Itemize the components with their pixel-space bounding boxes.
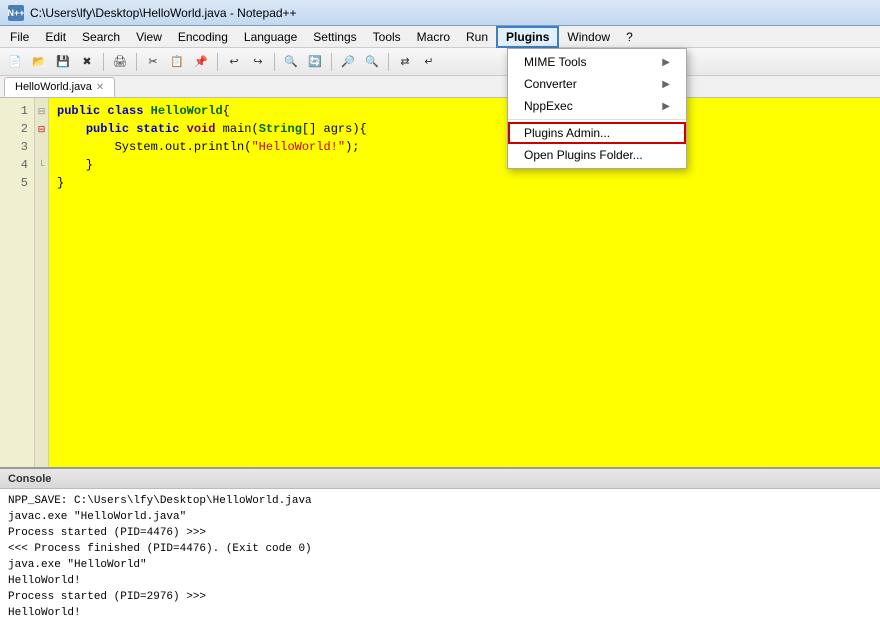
menu-settings[interactable]: Settings <box>305 28 364 46</box>
sync-button[interactable]: ⇄ <box>394 51 416 73</box>
menu-view[interactable]: View <box>128 28 170 46</box>
console-header: Console <box>0 469 880 489</box>
code-line-4: } <box>57 156 872 174</box>
code-line-2: public static void main(String[] agrs){ <box>57 120 872 138</box>
editor-container: 1 2 3 4 5 ⊟ ⊟ └ public class HelloWorld{… <box>0 98 880 467</box>
code-editor[interactable]: public class HelloWorld{ public static v… <box>49 98 880 467</box>
console-line-5: java.exe "HelloWorld" <box>8 557 872 573</box>
menu-window[interactable]: Window <box>559 28 618 46</box>
menu-file[interactable]: File <box>2 28 37 46</box>
app-icon: N++ <box>8 5 24 21</box>
tab-helloworld[interactable]: HelloWorld.java ✕ <box>4 77 115 97</box>
console-line-8: HelloWorld! <box>8 605 872 617</box>
new-button[interactable]: 📄 <box>4 51 26 73</box>
console-line-4: <<< Process finished (PID=4476). (Exit c… <box>8 541 872 557</box>
title-bar: N++ C:\Users\lfy\Desktop\HelloWorld.java… <box>0 0 880 26</box>
sep4 <box>274 53 275 71</box>
code-line-1: public class HelloWorld{ <box>57 102 872 120</box>
console-line-6: HelloWorld! <box>8 573 872 589</box>
console-line-2: javac.exe "HelloWorld.java" <box>8 509 872 525</box>
line-num-1: 1 <box>6 102 28 120</box>
zoom-out-button[interactable]: 🔍 <box>361 51 383 73</box>
save-button[interactable]: 💾 <box>52 51 74 73</box>
line-num-4: 4 <box>6 156 28 174</box>
line-num-3: 3 <box>6 138 28 156</box>
fold-column: ⊟ ⊟ └ <box>35 98 49 467</box>
line-num-2: 2 <box>6 120 28 138</box>
mime-tools-arrow: ▶ <box>662 57 670 68</box>
zoom-in-button[interactable]: 🔎 <box>337 51 359 73</box>
console-container: Console NPP_SAVE: C:\Users\lfy\Desktop\H… <box>0 467 880 617</box>
menu-encoding[interactable]: Encoding <box>170 28 236 46</box>
copy-button[interactable]: 📋 <box>166 51 188 73</box>
menu-search[interactable]: Search <box>74 28 128 46</box>
menu-sep <box>508 119 686 120</box>
sep1 <box>103 53 104 71</box>
console-content[interactable]: NPP_SAVE: C:\Users\lfy\Desktop\HelloWorl… <box>0 489 880 617</box>
sep3 <box>217 53 218 71</box>
find-button[interactable]: 🔍 <box>280 51 302 73</box>
nppexec-arrow: ▶ <box>662 101 670 112</box>
cut-button[interactable]: ✂ <box>142 51 164 73</box>
redo-button[interactable]: ↪ <box>247 51 269 73</box>
plugins-nppexec[interactable]: NppExec ▶ <box>508 95 686 117</box>
sep5 <box>331 53 332 71</box>
wrap-button[interactable]: ↵ <box>418 51 440 73</box>
menu-help[interactable]: ? <box>618 28 641 46</box>
toolbar: 📄 📂 💾 ✖ 🖨 ✂ 📋 📌 ↩ ↪ 🔍 🔄 🔎 🔍 ⇄ ↵ <box>0 48 880 76</box>
plugins-mime-tools[interactable]: MIME Tools ▶ <box>508 51 686 73</box>
open-button[interactable]: 📂 <box>28 51 50 73</box>
paste-button[interactable]: 📌 <box>190 51 212 73</box>
undo-button[interactable]: ↩ <box>223 51 245 73</box>
plugins-open-folder[interactable]: Open Plugins Folder... <box>508 144 686 166</box>
tabs-bar: HelloWorld.java ✕ <box>0 76 880 98</box>
menu-plugins[interactable]: Plugins <box>496 26 559 48</box>
line-numbers: 1 2 3 4 5 <box>0 98 35 467</box>
sep2 <box>136 53 137 71</box>
plugins-admin[interactable]: Plugins Admin... <box>508 122 686 144</box>
console-line-7: Process started (PID=2976) >>> <box>8 589 872 605</box>
console-line-1: NPP_SAVE: C:\Users\lfy\Desktop\HelloWorl… <box>8 493 872 509</box>
menu-tools[interactable]: Tools <box>365 28 409 46</box>
tab-close-button[interactable]: ✕ <box>96 82 104 93</box>
tab-filename: HelloWorld.java <box>15 81 92 93</box>
main-area: 1 2 3 4 5 ⊟ ⊟ └ public class HelloWorld{… <box>0 98 880 617</box>
menu-bar: File Edit Search View Encoding Language … <box>0 26 880 48</box>
console-line-3: Process started (PID=4476) >>> <box>8 525 872 541</box>
print-button[interactable]: 🖨 <box>109 51 131 73</box>
title-text: C:\Users\lfy\Desktop\HelloWorld.java - N… <box>30 6 297 20</box>
plugins-converter[interactable]: Converter ▶ <box>508 73 686 95</box>
converter-arrow: ▶ <box>662 79 670 90</box>
menu-edit[interactable]: Edit <box>37 28 74 46</box>
code-line-3: System.out.println("HelloWorld!"); <box>57 138 872 156</box>
menu-macro[interactable]: Macro <box>409 28 458 46</box>
code-line-5: } <box>57 174 872 192</box>
plugins-dropdown: MIME Tools ▶ Converter ▶ NppExec ▶ Plugi… <box>507 48 687 169</box>
menu-run[interactable]: Run <box>458 28 496 46</box>
sep6 <box>388 53 389 71</box>
replace-button[interactable]: 🔄 <box>304 51 326 73</box>
line-num-5: 5 <box>6 174 28 192</box>
close-button[interactable]: ✖ <box>76 51 98 73</box>
menu-language[interactable]: Language <box>236 28 305 46</box>
